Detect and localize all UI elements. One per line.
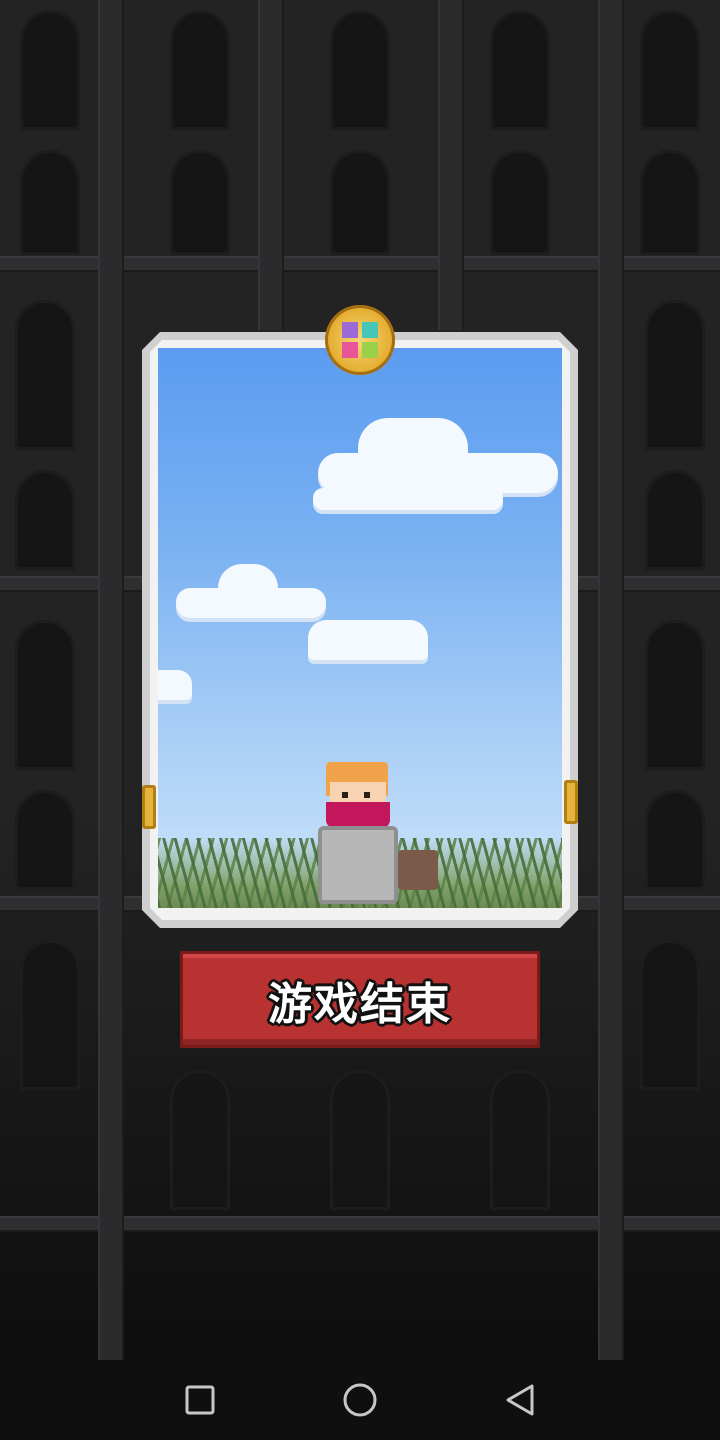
game-over-label: 游戏结束 <box>268 978 452 1030</box>
tower-arch <box>640 10 700 130</box>
tower-arch <box>170 10 230 130</box>
cloud <box>158 670 192 700</box>
tower-arch <box>15 790 75 890</box>
tower-pillar <box>598 0 624 1360</box>
system-navigation-bar <box>0 1360 720 1440</box>
tower-arch <box>330 1070 390 1210</box>
back-button[interactable] <box>500 1380 540 1420</box>
tower-arch <box>645 300 705 450</box>
tower-arch <box>20 940 80 1090</box>
cloud <box>308 620 428 660</box>
home-button[interactable] <box>340 1380 380 1420</box>
cloud <box>176 588 326 618</box>
cloud <box>318 453 558 493</box>
square-icon <box>185 1385 215 1415</box>
tower-arch <box>645 470 705 570</box>
card-side-gem-right <box>564 780 578 824</box>
tower-pillar <box>98 0 124 1360</box>
tower-arch <box>330 10 390 130</box>
dog-companion <box>398 850 438 890</box>
tower-arch <box>640 150 700 255</box>
tower-arch <box>640 940 700 1090</box>
tower-arch <box>490 1070 550 1210</box>
tower-arch <box>170 1070 230 1210</box>
tower-arch <box>20 10 80 130</box>
hero-character <box>308 762 408 908</box>
card-artwork <box>158 348 562 908</box>
tower-arch <box>15 470 75 570</box>
tower-arch <box>645 790 705 890</box>
tower-arch <box>15 620 75 770</box>
tower-arch <box>330 150 390 255</box>
character-card <box>142 332 578 928</box>
game-over-button[interactable]: 游戏结束 <box>180 951 540 1048</box>
recent-apps-button[interactable] <box>180 1380 220 1420</box>
tower-arch <box>490 10 550 130</box>
triangle-back-icon <box>506 1384 534 1416</box>
tower-pillar <box>438 0 464 330</box>
tower-arch <box>645 620 705 770</box>
card-side-gem-left <box>142 785 156 829</box>
tower-arch <box>20 150 80 255</box>
circle-icon <box>343 1383 377 1417</box>
tower-arch <box>15 300 75 450</box>
tower-arch <box>170 150 230 255</box>
card-emblem-icon <box>325 305 395 375</box>
tower-arch <box>490 150 550 255</box>
tower-pillar <box>258 0 284 330</box>
cloud <box>313 488 503 510</box>
